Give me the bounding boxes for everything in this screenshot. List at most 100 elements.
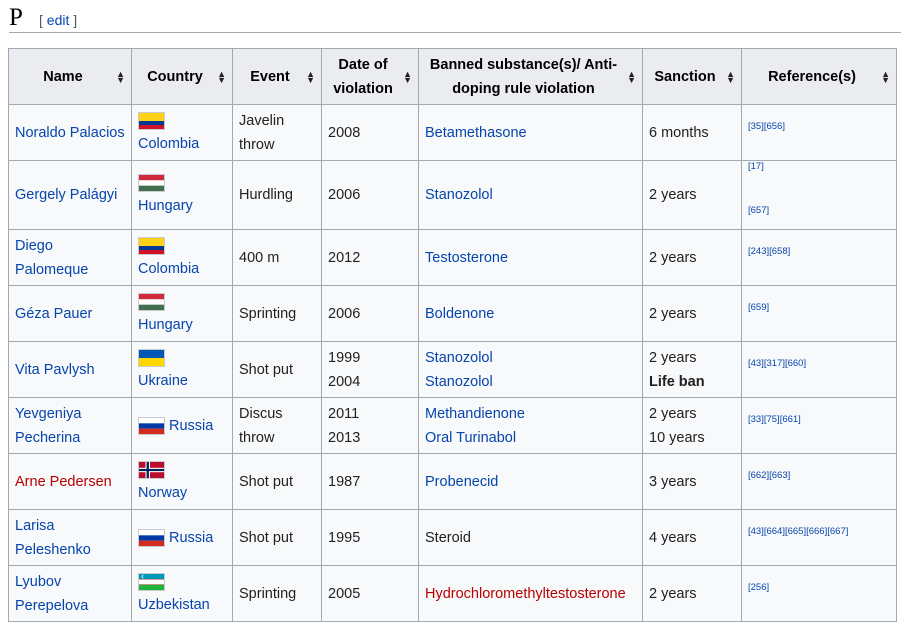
- athlete-name-link[interactable]: Diego Palomeque: [15, 238, 88, 278]
- substance-link[interactable]: Probenecid: [425, 474, 498, 490]
- substance-link: Steroid: [425, 529, 471, 546]
- table-row: Géza Pauer Hungary Sprinting 2006 Bolden…: [8, 285, 897, 342]
- sanction-cell: 2 years: [642, 565, 742, 622]
- substance-link[interactable]: Stanozolol: [425, 187, 493, 203]
- reference-link[interactable]: [659]: [748, 302, 769, 313]
- column-header-event[interactable]: Event ▲ ▼: [232, 48, 322, 105]
- sanction-cell: 2 years: [642, 229, 742, 286]
- table-row: Vita Pavlysh Ukraine Shot put 1999 2004 S…: [8, 341, 897, 398]
- column-header-name[interactable]: Name ▲ ▼: [8, 48, 132, 105]
- reference-link[interactable]: [33][75][661]: [748, 414, 801, 425]
- country-cell: Russia: [131, 397, 233, 454]
- reference-cell: [662][663]: [741, 453, 897, 510]
- event-cell: Shot put: [232, 509, 322, 566]
- sort-icon[interactable]: ▲ ▼: [403, 69, 412, 84]
- name-cell: Géza Pauer: [8, 285, 132, 342]
- country-cell: Hungary: [131, 160, 233, 230]
- reference-cell: [33][75][661]: [741, 397, 897, 454]
- event-text: 400 m: [239, 249, 280, 266]
- section-heading: P [ edit ]: [9, 4, 901, 33]
- event-text: Sprinting: [239, 305, 297, 322]
- date-cell: 2006: [321, 285, 419, 342]
- country-link[interactable]: Norway: [138, 485, 187, 501]
- sanction-value: 6 months: [649, 124, 709, 141]
- substance-link[interactable]: Methandienone: [425, 406, 525, 422]
- substance-link[interactable]: Betamethasone: [425, 125, 527, 141]
- column-header-references[interactable]: Reference(s) ▲ ▼: [741, 48, 897, 105]
- sanction-cell: 2 years Life ban: [642, 341, 742, 398]
- column-header-sanction[interactable]: Sanction ▲ ▼: [642, 48, 742, 105]
- substance-link[interactable]: Stanozolol: [425, 350, 493, 366]
- event-cell: Sprinting: [232, 285, 322, 342]
- violation-date: 2004: [328, 373, 361, 390]
- event-cell: Shot put: [232, 453, 322, 510]
- reference-link[interactable]: [43][317][660]: [748, 358, 806, 369]
- name-cell: Arne Pedersen: [8, 453, 132, 510]
- violation-date: 2013: [328, 429, 361, 446]
- date-cell: 2005: [321, 565, 419, 622]
- sort-icon[interactable]: ▲ ▼: [726, 69, 735, 84]
- edit-label[interactable]: edit: [47, 12, 70, 28]
- athlete-name-link[interactable]: Lyubov Perepelova: [15, 574, 88, 614]
- sanction-value: 3 years: [649, 473, 697, 490]
- athlete-name-link[interactable]: Arne Pedersen: [15, 474, 112, 490]
- athlete-name-link[interactable]: Noraldo Palacios: [15, 125, 125, 141]
- country-link[interactable]: Hungary: [138, 198, 193, 214]
- sanction-value: 2 years: [649, 405, 697, 422]
- event-cell: Sprinting: [232, 565, 322, 622]
- country-link[interactable]: Hungary: [138, 317, 193, 333]
- reference-link[interactable]: [662][663]: [748, 470, 790, 481]
- reference-cell: [659]: [741, 285, 897, 342]
- substance-link[interactable]: Oral Turinabol: [425, 430, 516, 446]
- reference-link[interactable]: [17]: [748, 161, 764, 172]
- violation-date: 2006: [328, 305, 361, 322]
- substance-link[interactable]: Testosterone: [425, 250, 508, 266]
- name-cell: Vita Pavlysh: [8, 341, 132, 398]
- athlete-name-link[interactable]: Vita Pavlysh: [15, 362, 95, 378]
- edit-section-link[interactable]: [ edit ]: [39, 12, 77, 28]
- country-link[interactable]: Russia: [169, 526, 213, 550]
- country-link[interactable]: Colombia: [138, 261, 199, 277]
- colombia-flag-icon: [138, 236, 165, 255]
- column-header-substance[interactable]: Banned substance(s)/ Anti-doping rule vi…: [418, 48, 643, 105]
- reference-link[interactable]: [243][658]: [748, 246, 790, 257]
- sanction-value: 10 years: [649, 429, 705, 446]
- sort-icon[interactable]: ▲ ▼: [881, 69, 890, 84]
- table-row: Arne Pedersen Norway Shot put 1987 Probe…: [8, 453, 897, 510]
- substance-link[interactable]: Hydrochloromethyltestosterone: [425, 586, 626, 602]
- reference-link[interactable]: [43][664][665][666][667]: [748, 526, 848, 537]
- event-cell: 400 m: [232, 229, 322, 286]
- name-cell: Yevgeniya Pecherina: [8, 397, 132, 454]
- athlete-name-link[interactable]: Géza Pauer: [15, 306, 92, 322]
- substance-link[interactable]: Boldenone: [425, 306, 494, 322]
- hungary-flag-icon: [138, 292, 165, 311]
- substance-cell: Boldenone: [418, 285, 643, 342]
- table-row: Yevgeniya Pecherina Russia Discus throw …: [8, 397, 897, 454]
- column-header-date[interactable]: Date of violation ▲ ▼: [321, 48, 419, 105]
- substance-cell: Probenecid: [418, 453, 643, 510]
- sort-icon[interactable]: ▲ ▼: [627, 69, 636, 84]
- reference-link[interactable]: [256]: [748, 582, 769, 593]
- sanction-value: 4 years: [649, 529, 697, 546]
- athlete-name-link[interactable]: Yevgeniya Pecherina: [15, 406, 81, 446]
- column-header-country[interactable]: Country ▲ ▼: [131, 48, 233, 105]
- reference-link[interactable]: [657]: [748, 205, 769, 216]
- country-cell: Norway: [131, 453, 233, 510]
- country-link[interactable]: Ukraine: [138, 373, 188, 389]
- sanction-cell: 2 years: [642, 285, 742, 342]
- athlete-name-link[interactable]: Gergely Palágyi: [15, 187, 117, 203]
- sort-icon[interactable]: ▲ ▼: [306, 69, 315, 84]
- country-link[interactable]: Colombia: [138, 136, 199, 152]
- sort-icon[interactable]: ▲ ▼: [217, 69, 226, 84]
- substance-link[interactable]: Stanozolol: [425, 374, 493, 390]
- country-link[interactable]: Russia: [169, 414, 213, 438]
- date-cell: 2011 2013: [321, 397, 419, 454]
- country-link[interactable]: Uzbekistan: [138, 597, 210, 613]
- reference-cell: [43][317][660]: [741, 341, 897, 398]
- reference-link[interactable]: [35][656]: [748, 121, 785, 132]
- date-cell: 2008: [321, 104, 419, 161]
- header-row: Name ▲ ▼ Country ▲ ▼ Event ▲ ▼ Date of violati…: [8, 48, 897, 105]
- sort-icon[interactable]: ▲ ▼: [116, 69, 125, 84]
- sanction-value: 2 years: [649, 305, 697, 322]
- athlete-name-link[interactable]: Larisa Peleshenko: [15, 518, 91, 558]
